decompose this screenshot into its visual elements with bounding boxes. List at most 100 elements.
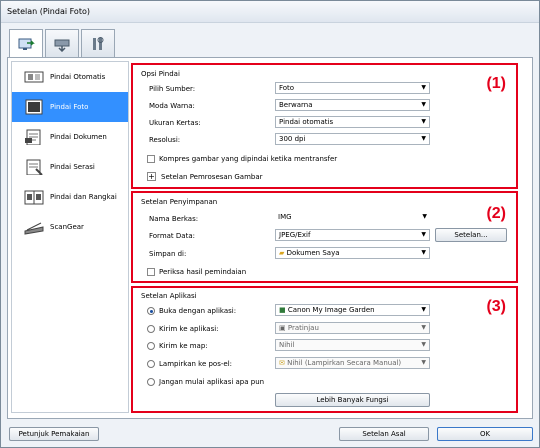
window-title: Setelan (Pindai Foto) bbox=[7, 7, 90, 16]
callout-number-2: (2) bbox=[486, 205, 506, 222]
ok-button[interactable]: OK bbox=[437, 427, 533, 441]
chevron-down-icon: ▼ bbox=[421, 306, 426, 313]
scan-mode-sidebar: Pindai Otomatis Pindai Foto Pindai Dokum… bbox=[11, 61, 129, 413]
scan-options-group: Opsi Pindai (1) Pilih Sumber: Foto ▼ Moda… bbox=[131, 63, 518, 189]
no-app-label: Jangan mulai aplikasi apa pun bbox=[159, 378, 265, 386]
source-value: Foto bbox=[279, 84, 295, 92]
app-settings-group: Setelan Aplikasi (3) Buka dengan aplikas… bbox=[131, 286, 518, 413]
file-name-label: Nama Berkas: bbox=[149, 215, 199, 223]
color-mode-select[interactable]: Berwarna ▼ bbox=[275, 99, 430, 111]
send-to-app-select[interactable]: ▣ Pratinjau ▼ bbox=[275, 322, 430, 334]
paper-size-label: Ukuran Kertas: bbox=[149, 119, 201, 127]
send-to-app-radio[interactable] bbox=[147, 325, 155, 333]
open-with-app-value: Canon My Image Garden bbox=[287, 306, 375, 314]
sidebar-item-label: Pindai Otomatis bbox=[50, 73, 106, 81]
scangear-icon bbox=[24, 222, 44, 235]
preview-icon: ▣ bbox=[279, 324, 288, 332]
resolution-label: Resolusi: bbox=[149, 136, 181, 144]
attach-email-label: Lampirkan ke pos-el: bbox=[159, 360, 233, 368]
sidebar-item-document-scan[interactable]: Pindai Dokumen bbox=[12, 122, 128, 152]
save-in-select[interactable]: ▰ Dokumen Saya ▼ bbox=[275, 247, 430, 259]
defaults-button[interactable]: Setelan Asal bbox=[339, 427, 429, 441]
data-format-value: JPEG/Exif bbox=[279, 231, 311, 239]
sidebar-item-scangear[interactable]: ScanGear bbox=[12, 212, 128, 242]
no-app-radio[interactable] bbox=[147, 378, 155, 386]
data-format-label: Format Data: bbox=[149, 232, 195, 240]
settings-window: Setelan (Pindai Foto) Pindai Otomatis Pi… bbox=[0, 0, 540, 448]
chevron-down-icon: ▼ bbox=[421, 135, 426, 142]
document-scan-icon bbox=[25, 129, 41, 145]
tools-icon bbox=[93, 36, 104, 50]
more-functions-button[interactable]: Lebih Banyak Fungsi bbox=[275, 393, 430, 407]
save-in-label: Simpan di: bbox=[149, 250, 187, 258]
tab-general-settings[interactable] bbox=[81, 29, 115, 57]
send-to-app-label: Kirim ke aplikasi: bbox=[159, 325, 219, 333]
save-in-value: Dokumen Saya bbox=[286, 249, 340, 257]
format-settings-button[interactable]: Setelan... bbox=[435, 228, 507, 242]
source-select[interactable]: Foto ▼ bbox=[275, 82, 430, 94]
sidebar-item-custom-scan[interactable]: Pindai Serasi bbox=[12, 152, 128, 182]
open-with-app-select[interactable]: ■ Canon My Image Garden ▼ bbox=[275, 304, 430, 316]
scanner-icon bbox=[54, 39, 70, 52]
expand-plus-icon[interactable]: + bbox=[147, 172, 156, 181]
file-name-combobox[interactable]: IMG ▼ bbox=[275, 212, 430, 224]
chevron-down-icon: ▼ bbox=[421, 249, 426, 256]
check-results-checkbox[interactable] bbox=[147, 268, 155, 276]
custom-scan-icon bbox=[26, 159, 43, 175]
sidebar-item-label: Pindai dan Rangkai bbox=[50, 193, 117, 201]
chevron-down-icon: ▼ bbox=[422, 213, 427, 220]
tab-scan-from-computer[interactable] bbox=[9, 29, 43, 59]
instructions-button[interactable]: Petunjuk Pemakaian bbox=[9, 427, 99, 441]
sidebar-item-photo-scan[interactable]: Pindai Foto bbox=[12, 92, 128, 122]
resolution-value: 300 dpi bbox=[279, 135, 306, 143]
title-bar: Setelan (Pindai Foto) bbox=[1, 1, 539, 23]
save-settings-title: Setelan Penyimpanan bbox=[141, 198, 218, 206]
chevron-down-icon: ▼ bbox=[421, 341, 426, 348]
email-icon: ✉ bbox=[279, 359, 288, 367]
file-name-value: IMG bbox=[278, 213, 292, 221]
source-label: Pilih Sumber: bbox=[149, 85, 196, 93]
scan-stitch-icon bbox=[24, 190, 44, 205]
chevron-down-icon: ▼ bbox=[421, 118, 426, 125]
scan-options-title: Opsi Pindai bbox=[141, 70, 180, 78]
attach-email-radio[interactable] bbox=[147, 360, 155, 368]
send-to-folder-value: Nihil bbox=[279, 341, 295, 349]
open-with-app-radio[interactable] bbox=[147, 307, 155, 315]
callout-number-1: (1) bbox=[486, 75, 506, 92]
image-processing-label[interactable]: Setelan Pemrosesan Gambar bbox=[161, 173, 263, 181]
open-with-app-label: Buka dengan aplikasi: bbox=[159, 307, 237, 315]
color-mode-value: Berwarna bbox=[279, 101, 313, 109]
check-results-label: Periksa hasil pemindaian bbox=[159, 268, 247, 276]
sidebar-item-auto-scan[interactable]: Pindai Otomatis bbox=[12, 62, 128, 92]
compress-label: Kompres gambar yang dipindai ketika ment… bbox=[159, 155, 338, 163]
computer-scan-icon bbox=[18, 38, 35, 50]
chevron-down-icon: ▼ bbox=[421, 324, 426, 331]
resolution-select[interactable]: 300 dpi ▼ bbox=[275, 133, 430, 145]
app-settings-title: Setelan Aplikasi bbox=[141, 292, 197, 300]
chevron-down-icon: ▼ bbox=[421, 359, 426, 366]
paper-size-value: Pindai otomatis bbox=[279, 118, 334, 126]
chevron-down-icon: ▼ bbox=[421, 231, 426, 238]
photo-scan-icon bbox=[25, 99, 43, 115]
send-to-folder-label: Kirim ke map: bbox=[159, 342, 208, 350]
sidebar-item-label: Pindai Dokumen bbox=[50, 133, 107, 141]
sidebar-item-scan-stitch[interactable]: Pindai dan Rangkai bbox=[12, 182, 128, 212]
folder-icon: ▰ bbox=[279, 249, 287, 257]
callout-number-3: (3) bbox=[486, 298, 506, 315]
send-to-folder-select[interactable]: Nihil ▼ bbox=[275, 339, 430, 351]
attach-email-select[interactable]: ✉ Nihil (Lampirkan Secara Manual) ▼ bbox=[275, 357, 430, 369]
compress-checkbox[interactable] bbox=[147, 155, 155, 163]
sidebar-item-label: Pindai Foto bbox=[50, 103, 89, 111]
attach-email-value: Nihil (Lampirkan Secara Manual) bbox=[287, 359, 402, 367]
save-settings-group: Setelan Penyimpanan (2) Nama Berkas: IMG… bbox=[131, 191, 518, 283]
send-to-app-value: Pratinjau bbox=[287, 324, 319, 332]
paper-size-select[interactable]: Pindai otomatis ▼ bbox=[275, 116, 430, 128]
data-format-select[interactable]: JPEG/Exif ▼ bbox=[275, 229, 430, 241]
chevron-down-icon: ▼ bbox=[421, 101, 426, 108]
color-mode-label: Moda Warna: bbox=[149, 102, 195, 110]
tab-scan-from-panel[interactable] bbox=[45, 29, 79, 57]
send-to-folder-radio[interactable] bbox=[147, 342, 155, 350]
app-icon: ■ bbox=[279, 306, 288, 314]
sidebar-item-label: ScanGear bbox=[50, 223, 84, 231]
sidebar-item-label: Pindai Serasi bbox=[50, 163, 95, 171]
